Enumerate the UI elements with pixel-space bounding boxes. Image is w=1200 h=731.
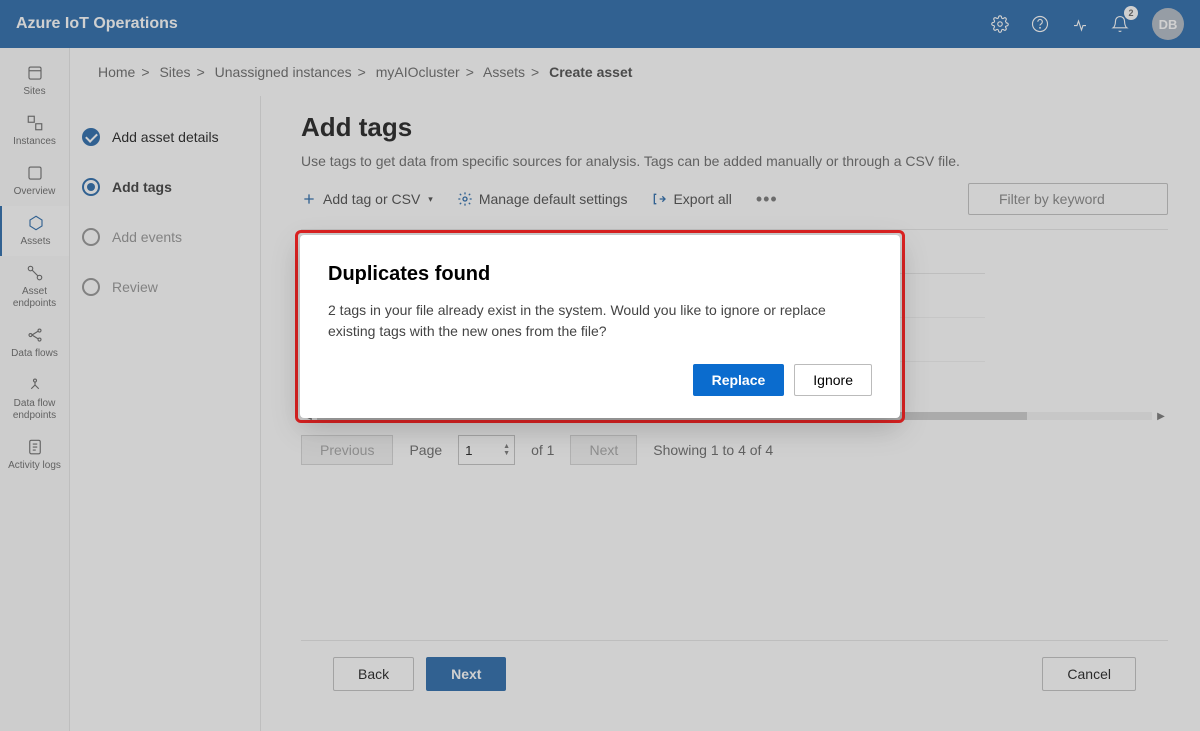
ignore-button[interactable]: Ignore <box>794 364 872 396</box>
modal-overlay[interactable]: Duplicates found 2 tags in your file alr… <box>0 0 1200 731</box>
duplicates-dialog: Duplicates found 2 tags in your file alr… <box>300 235 900 418</box>
dialog-title: Duplicates found <box>328 263 872 286</box>
dialog-body: 2 tags in your file already exist in the… <box>328 300 872 342</box>
replace-button[interactable]: Replace <box>693 364 785 396</box>
modal-highlight-box: Duplicates found 2 tags in your file alr… <box>295 230 905 423</box>
